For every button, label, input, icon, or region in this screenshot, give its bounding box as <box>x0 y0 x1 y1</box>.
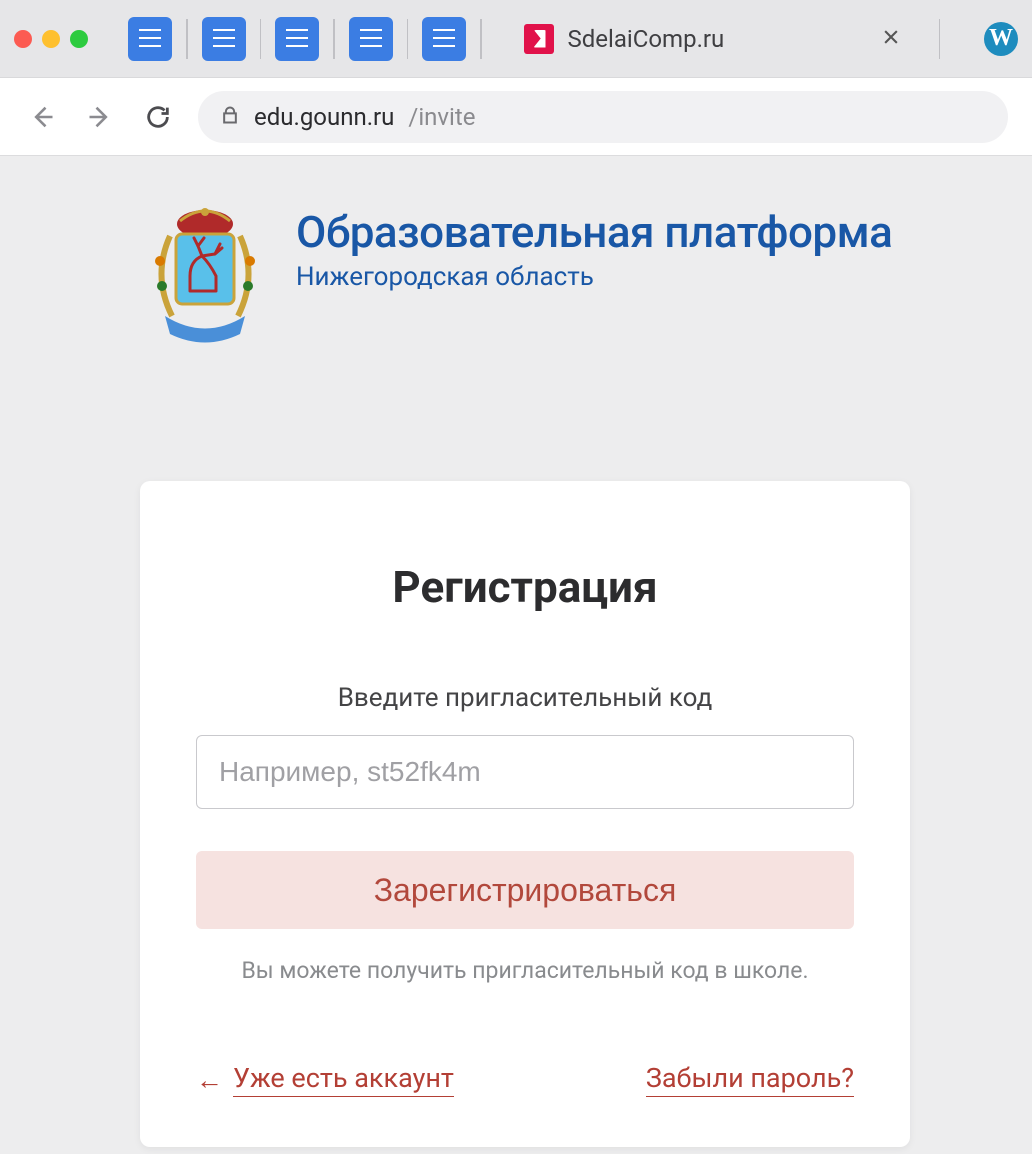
arrow-left-icon: ← <box>196 1064 223 1096</box>
tab-doc-icon[interactable] <box>349 17 393 61</box>
arrow-right-icon <box>86 103 114 131</box>
close-tab-button[interactable] <box>871 21 911 57</box>
tab-separator <box>260 19 262 59</box>
tab-doc-icon[interactable] <box>202 17 246 61</box>
page-content: Образовательная платформа Нижегородская … <box>0 156 1032 1147</box>
platform-subtitle: Нижегородская область <box>296 262 892 292</box>
card-heading: Регистрация <box>196 561 854 613</box>
wordpress-extension-icon[interactable]: W <box>984 22 1018 56</box>
active-tab-title: SdelaiComp.ru <box>568 25 725 53</box>
tab-doc-icon[interactable] <box>275 17 319 61</box>
url-domain: edu.gounn.ru <box>254 103 394 131</box>
lock-icon <box>220 103 240 131</box>
reload-button[interactable] <box>140 99 176 135</box>
browser-tab-strip: SdelaiComp.ru W <box>0 0 1032 78</box>
already-have-account-label[interactable]: Уже есть аккаунт <box>233 1062 454 1097</box>
window-minimize-button[interactable] <box>42 30 60 48</box>
invite-hint: Вы можете получить пригласительный код в… <box>196 957 854 984</box>
window-close-button[interactable] <box>14 30 32 48</box>
browser-toolbar: edu.gounn.ru/invite <box>0 78 1032 156</box>
window-controls <box>14 30 88 48</box>
address-bar[interactable]: edu.gounn.ru/invite <box>198 91 1008 143</box>
window-maximize-button[interactable] <box>70 30 88 48</box>
invite-code-input[interactable] <box>196 735 854 809</box>
tab-doc-icon[interactable] <box>422 17 466 61</box>
back-button[interactable] <box>24 99 60 135</box>
tab-separator <box>333 19 335 59</box>
forward-button[interactable] <box>82 99 118 135</box>
brand-header: Образовательная платформа Нижегородская … <box>140 206 992 351</box>
tab-separator <box>939 19 941 59</box>
reload-icon <box>144 103 172 131</box>
card-footer-links: ← Уже есть аккаунт Забыли пароль? <box>196 1062 854 1097</box>
platform-title: Образовательная платформа <box>296 206 892 258</box>
lock-icon-svg <box>220 105 240 125</box>
invite-prompt: Введите пригласительный код <box>196 683 854 713</box>
tab-separator <box>186 19 188 59</box>
tab-doc-icon[interactable] <box>128 17 172 61</box>
registration-card: Регистрация Введите пригласительный код … <box>140 481 910 1147</box>
tab-separator <box>407 19 409 59</box>
tab-separator <box>480 19 482 59</box>
active-tab[interactable]: SdelaiComp.ru <box>506 11 929 67</box>
favicon-icon <box>524 24 554 54</box>
already-have-account-link[interactable]: ← Уже есть аккаунт <box>196 1062 454 1097</box>
forgot-password-link[interactable]: Забыли пароль? <box>646 1062 854 1097</box>
url-path: /invite <box>408 103 475 131</box>
coat-of-arms-icon <box>140 206 270 351</box>
register-button[interactable]: Зарегистрироваться <box>196 851 854 929</box>
background-tabs <box>128 17 496 61</box>
arrow-left-icon <box>28 103 56 131</box>
brand-text: Образовательная платформа Нижегородская … <box>296 206 892 292</box>
close-icon <box>881 27 901 47</box>
